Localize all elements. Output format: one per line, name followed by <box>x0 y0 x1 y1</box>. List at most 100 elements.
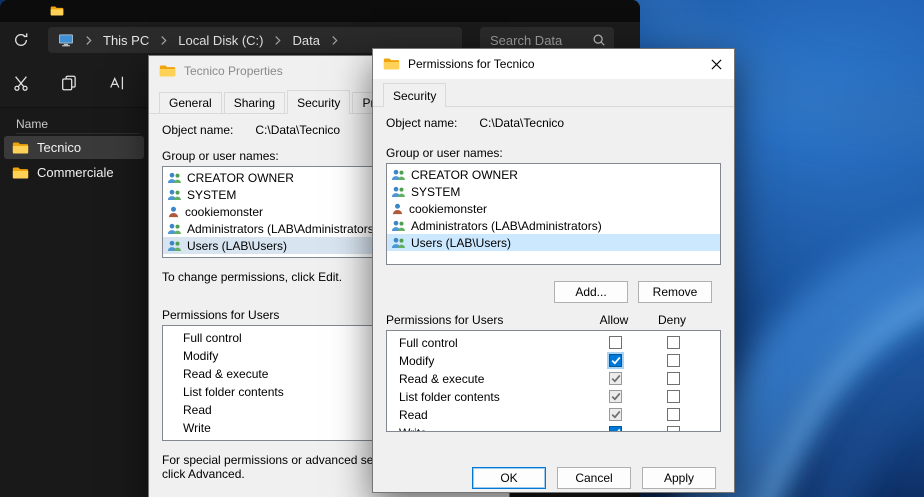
group-list-item-creator-owner[interactable]: CREATOR OWNER <box>387 166 720 183</box>
search-input[interactable] <box>490 33 592 48</box>
group-name: cookiemonster <box>409 202 487 216</box>
permission-name: List folder contents <box>399 390 500 404</box>
permission-name: Read <box>399 408 428 422</box>
permission-row-full-control: Full control <box>387 334 720 352</box>
allow-checkbox-list-folder-contents <box>609 390 622 403</box>
dialog-folder-icon <box>159 64 176 78</box>
breadcrumb-data[interactable]: Data <box>292 33 319 48</box>
deny-checkbox-read[interactable] <box>667 408 680 421</box>
allow-checkbox-write[interactable] <box>609 426 622 432</box>
group-list-label: Group or user names: <box>386 146 721 160</box>
allow-column-header: Allow <box>590 313 638 327</box>
allow-checkbox-read-execute <box>609 372 622 385</box>
allow-checkbox-full-control[interactable] <box>609 336 622 349</box>
permissions-dialog-title: Permissions for Tecnico <box>408 57 690 71</box>
permission-name: Read <box>183 403 212 417</box>
object-name-value: C:\Data\Tecnico <box>479 116 564 130</box>
file-name: Commerciale <box>37 165 114 180</box>
permission-row-modify: Modify <box>387 352 720 370</box>
permissions-list-label: Permissions for Users <box>386 313 503 327</box>
breadcrumb-this-pc[interactable]: This PC <box>103 33 149 48</box>
file-row-tecnico[interactable]: Tecnico <box>4 136 144 159</box>
group-list-item-administrators-lab-administrators[interactable]: Administrators (LAB\Administrators) <box>387 217 720 234</box>
copy-icon[interactable] <box>60 74 78 92</box>
deny-checkbox-list-folder-contents[interactable] <box>667 390 680 403</box>
breadcrumb-chevron-icon[interactable] <box>85 35 92 46</box>
user-icon <box>391 203 404 215</box>
group-name: cookiemonster <box>185 205 263 219</box>
group-name: Administrators (LAB\Administrators) <box>187 222 378 236</box>
users-icon <box>167 223 182 235</box>
folder-icon <box>12 141 29 155</box>
users-icon <box>167 189 182 201</box>
permission-name: Read & execute <box>399 372 484 386</box>
rename-icon[interactable] <box>108 74 126 92</box>
this-pc-icon <box>58 33 74 47</box>
tab-security[interactable]: Security <box>287 90 350 114</box>
file-row-commerciale[interactable]: Commerciale <box>4 161 144 184</box>
users-icon <box>391 169 406 181</box>
deny-checkbox-read-execute[interactable] <box>667 372 680 385</box>
group-list-item-cookiemonster[interactable]: cookiemonster <box>387 200 720 217</box>
cut-icon[interactable] <box>12 74 30 92</box>
group-name: CREATOR OWNER <box>187 171 294 185</box>
desktop: This PC Local Disk (C:) Data Name Tecnic… <box>0 0 924 497</box>
folder-icon <box>12 166 29 180</box>
breadcrumb-local-disk-c[interactable]: Local Disk (C:) <box>178 33 263 48</box>
permission-row-list-folder-contents: List folder contents <box>387 388 720 406</box>
deny-checkbox-write[interactable] <box>667 426 680 432</box>
breadcrumb-chevron-icon[interactable] <box>274 35 281 46</box>
permission-name: Write <box>183 421 211 435</box>
allow-checkbox-modify[interactable] <box>609 354 622 367</box>
breadcrumb-chevron-icon[interactable] <box>331 35 338 46</box>
permissions-dialog: Permissions for Tecnico Security Object … <box>372 48 735 493</box>
dialog-folder-icon <box>383 57 400 71</box>
add-button[interactable]: Add... <box>554 281 628 303</box>
permissions-dialog-tabs: Security <box>373 79 734 107</box>
deny-checkbox-full-control[interactable] <box>667 336 680 349</box>
permissions-grid-header: Permissions for Users Allow Deny <box>386 313 721 328</box>
object-name-value: C:\Data\Tecnico <box>255 123 340 137</box>
permissions-grid: Full control Modify Read & execute List fol… <box>386 330 721 432</box>
breadcrumb-chevron-icon[interactable] <box>160 35 167 46</box>
cancel-button[interactable]: Cancel <box>557 467 631 489</box>
group-name: Users (LAB\Users) <box>187 239 287 253</box>
remove-button[interactable]: Remove <box>638 281 712 303</box>
refresh-icon[interactable] <box>12 31 30 49</box>
allow-checkbox-read <box>609 408 622 421</box>
tab-security[interactable]: Security <box>383 83 446 107</box>
permission-name: Full control <box>399 336 458 350</box>
permission-row-read: Read <box>387 406 720 424</box>
deny-column-header: Deny <box>648 313 696 327</box>
column-header-name[interactable]: Name <box>16 114 140 134</box>
permissions-dialog-titlebar[interactable]: Permissions for Tecnico <box>373 49 734 79</box>
permission-name: Modify <box>183 349 218 363</box>
users-icon <box>167 172 182 184</box>
apply-button[interactable]: Apply <box>642 467 716 489</box>
ok-button[interactable]: OK <box>472 467 546 489</box>
group-name: SYSTEM <box>411 185 460 199</box>
search-icon[interactable] <box>592 33 606 47</box>
explorer-tab-strip <box>0 0 640 22</box>
group-list-item-users-lab-users[interactable]: Users (LAB\Users) <box>387 234 720 251</box>
group-name: Administrators (LAB\Administrators) <box>411 219 602 233</box>
file-name: Tecnico <box>37 140 81 155</box>
tab-sharing[interactable]: Sharing <box>224 92 285 113</box>
object-name-label: Object name: <box>162 123 233 137</box>
object-name-label: Object name: <box>386 116 457 130</box>
users-icon <box>391 220 406 232</box>
permission-row-write: Write <box>387 424 720 432</box>
group-listbox: CREATOR OWNER SYSTEM cookiemonster Administ… <box>386 163 721 265</box>
deny-checkbox-modify[interactable] <box>667 354 680 367</box>
users-icon <box>391 237 406 249</box>
user-icon <box>167 206 180 218</box>
users-icon <box>167 240 182 252</box>
tab-general[interactable]: General <box>159 92 222 113</box>
users-icon <box>391 186 406 198</box>
permission-name: Write <box>399 426 427 432</box>
permission-row-read-execute: Read & execute <box>387 370 720 388</box>
permission-name: Read & execute <box>183 367 268 381</box>
close-button[interactable] <box>698 49 734 79</box>
group-list-item-system[interactable]: SYSTEM <box>387 183 720 200</box>
explorer-tab-folder-icon[interactable] <box>50 5 64 17</box>
